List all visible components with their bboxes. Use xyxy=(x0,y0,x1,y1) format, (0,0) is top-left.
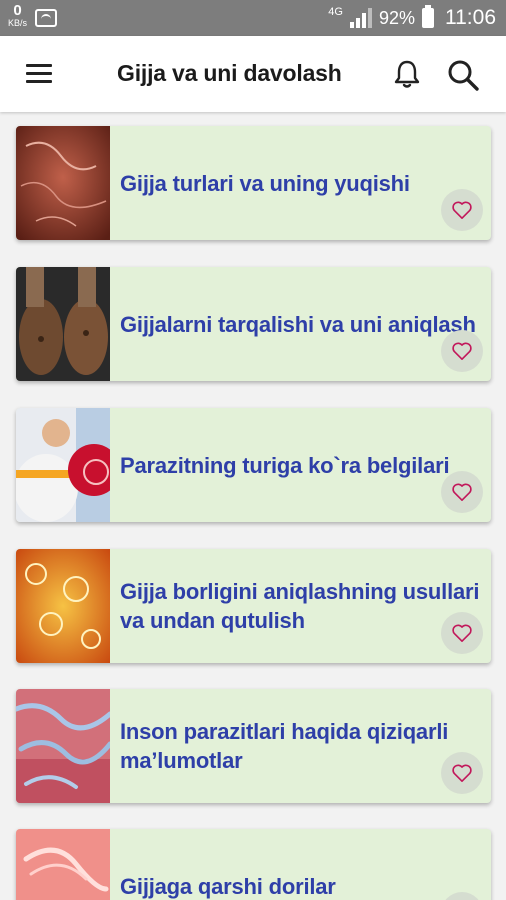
favorite-button[interactable] xyxy=(441,752,483,794)
heart-outline-icon xyxy=(452,483,472,501)
article-card[interactable]: Gijja turlari va uning yuqishi xyxy=(16,126,491,240)
article-card[interactable]: Inson parazitlari haqida qiziqarli ma’lu… xyxy=(16,689,491,803)
favorite-button[interactable] xyxy=(441,612,483,654)
article-thumbnail xyxy=(16,126,110,240)
status-bar: 0 KB/s 4G 92% 11:06 xyxy=(0,0,506,36)
status-right: 4G 92% 11:06 xyxy=(328,0,496,36)
article-thumbnail xyxy=(16,408,110,522)
heart-outline-icon xyxy=(452,201,472,219)
clock: 11:06 xyxy=(445,6,496,29)
article-title: Inson parazitlari haqida qiziqarli ma’lu… xyxy=(120,719,449,773)
heart-outline-icon xyxy=(452,342,472,360)
battery-percent: 92% xyxy=(378,7,415,28)
wifi-hotspot-icon xyxy=(35,9,58,27)
article-list[interactable]: Gijja turlari va uning yuqishi Gijjalarn… xyxy=(0,112,506,900)
article-title: Parazitning turiga ko`ra belgilari xyxy=(120,452,450,478)
page-title: Gijja va uni davolash xyxy=(117,60,342,86)
signal-strength-icon xyxy=(349,8,372,28)
heart-outline-icon xyxy=(452,624,472,642)
article-card[interactable]: Gijjalarni tarqalishi va uni aniqlash xyxy=(16,267,491,381)
article-thumbnail xyxy=(16,267,110,381)
article-card[interactable]: Gijjaga qarshi dorilar xyxy=(16,829,491,900)
network-speed-value: 0 xyxy=(13,2,22,19)
search-icon[interactable] xyxy=(446,58,480,92)
favorite-button[interactable] xyxy=(441,189,483,231)
app-bar: Gijja va uni davolash xyxy=(0,36,506,112)
hamburger-menu-icon[interactable] xyxy=(26,64,54,84)
favorite-button[interactable] xyxy=(441,330,483,372)
heart-outline-icon xyxy=(452,764,472,782)
favorite-button[interactable] xyxy=(441,471,483,513)
status-left: 0 KB/s xyxy=(8,3,58,28)
article-title: Gijja turlari va uning yuqishi xyxy=(120,170,410,196)
network-type: 4G xyxy=(328,6,343,18)
article-thumbnail xyxy=(16,829,110,900)
article-title: Gijjalarni tarqalishi va uni aniqlash xyxy=(120,311,476,337)
network-speed-unit: KB/s xyxy=(8,18,28,28)
article-thumbnail xyxy=(16,689,110,803)
article-card[interactable]: Gijja borligini aniqlashning usullari va… xyxy=(16,549,491,663)
bell-icon[interactable] xyxy=(391,58,423,90)
network-speed: 0 KB/s xyxy=(8,3,27,28)
battery-icon xyxy=(422,5,434,28)
article-title: Gijjaga qarshi dorilar xyxy=(120,873,336,899)
article-thumbnail xyxy=(16,549,110,663)
article-title: Gijja borligini aniqlashning usullari va… xyxy=(120,579,480,633)
article-card[interactable]: Parazitning turiga ko`ra belgilari xyxy=(16,408,491,522)
